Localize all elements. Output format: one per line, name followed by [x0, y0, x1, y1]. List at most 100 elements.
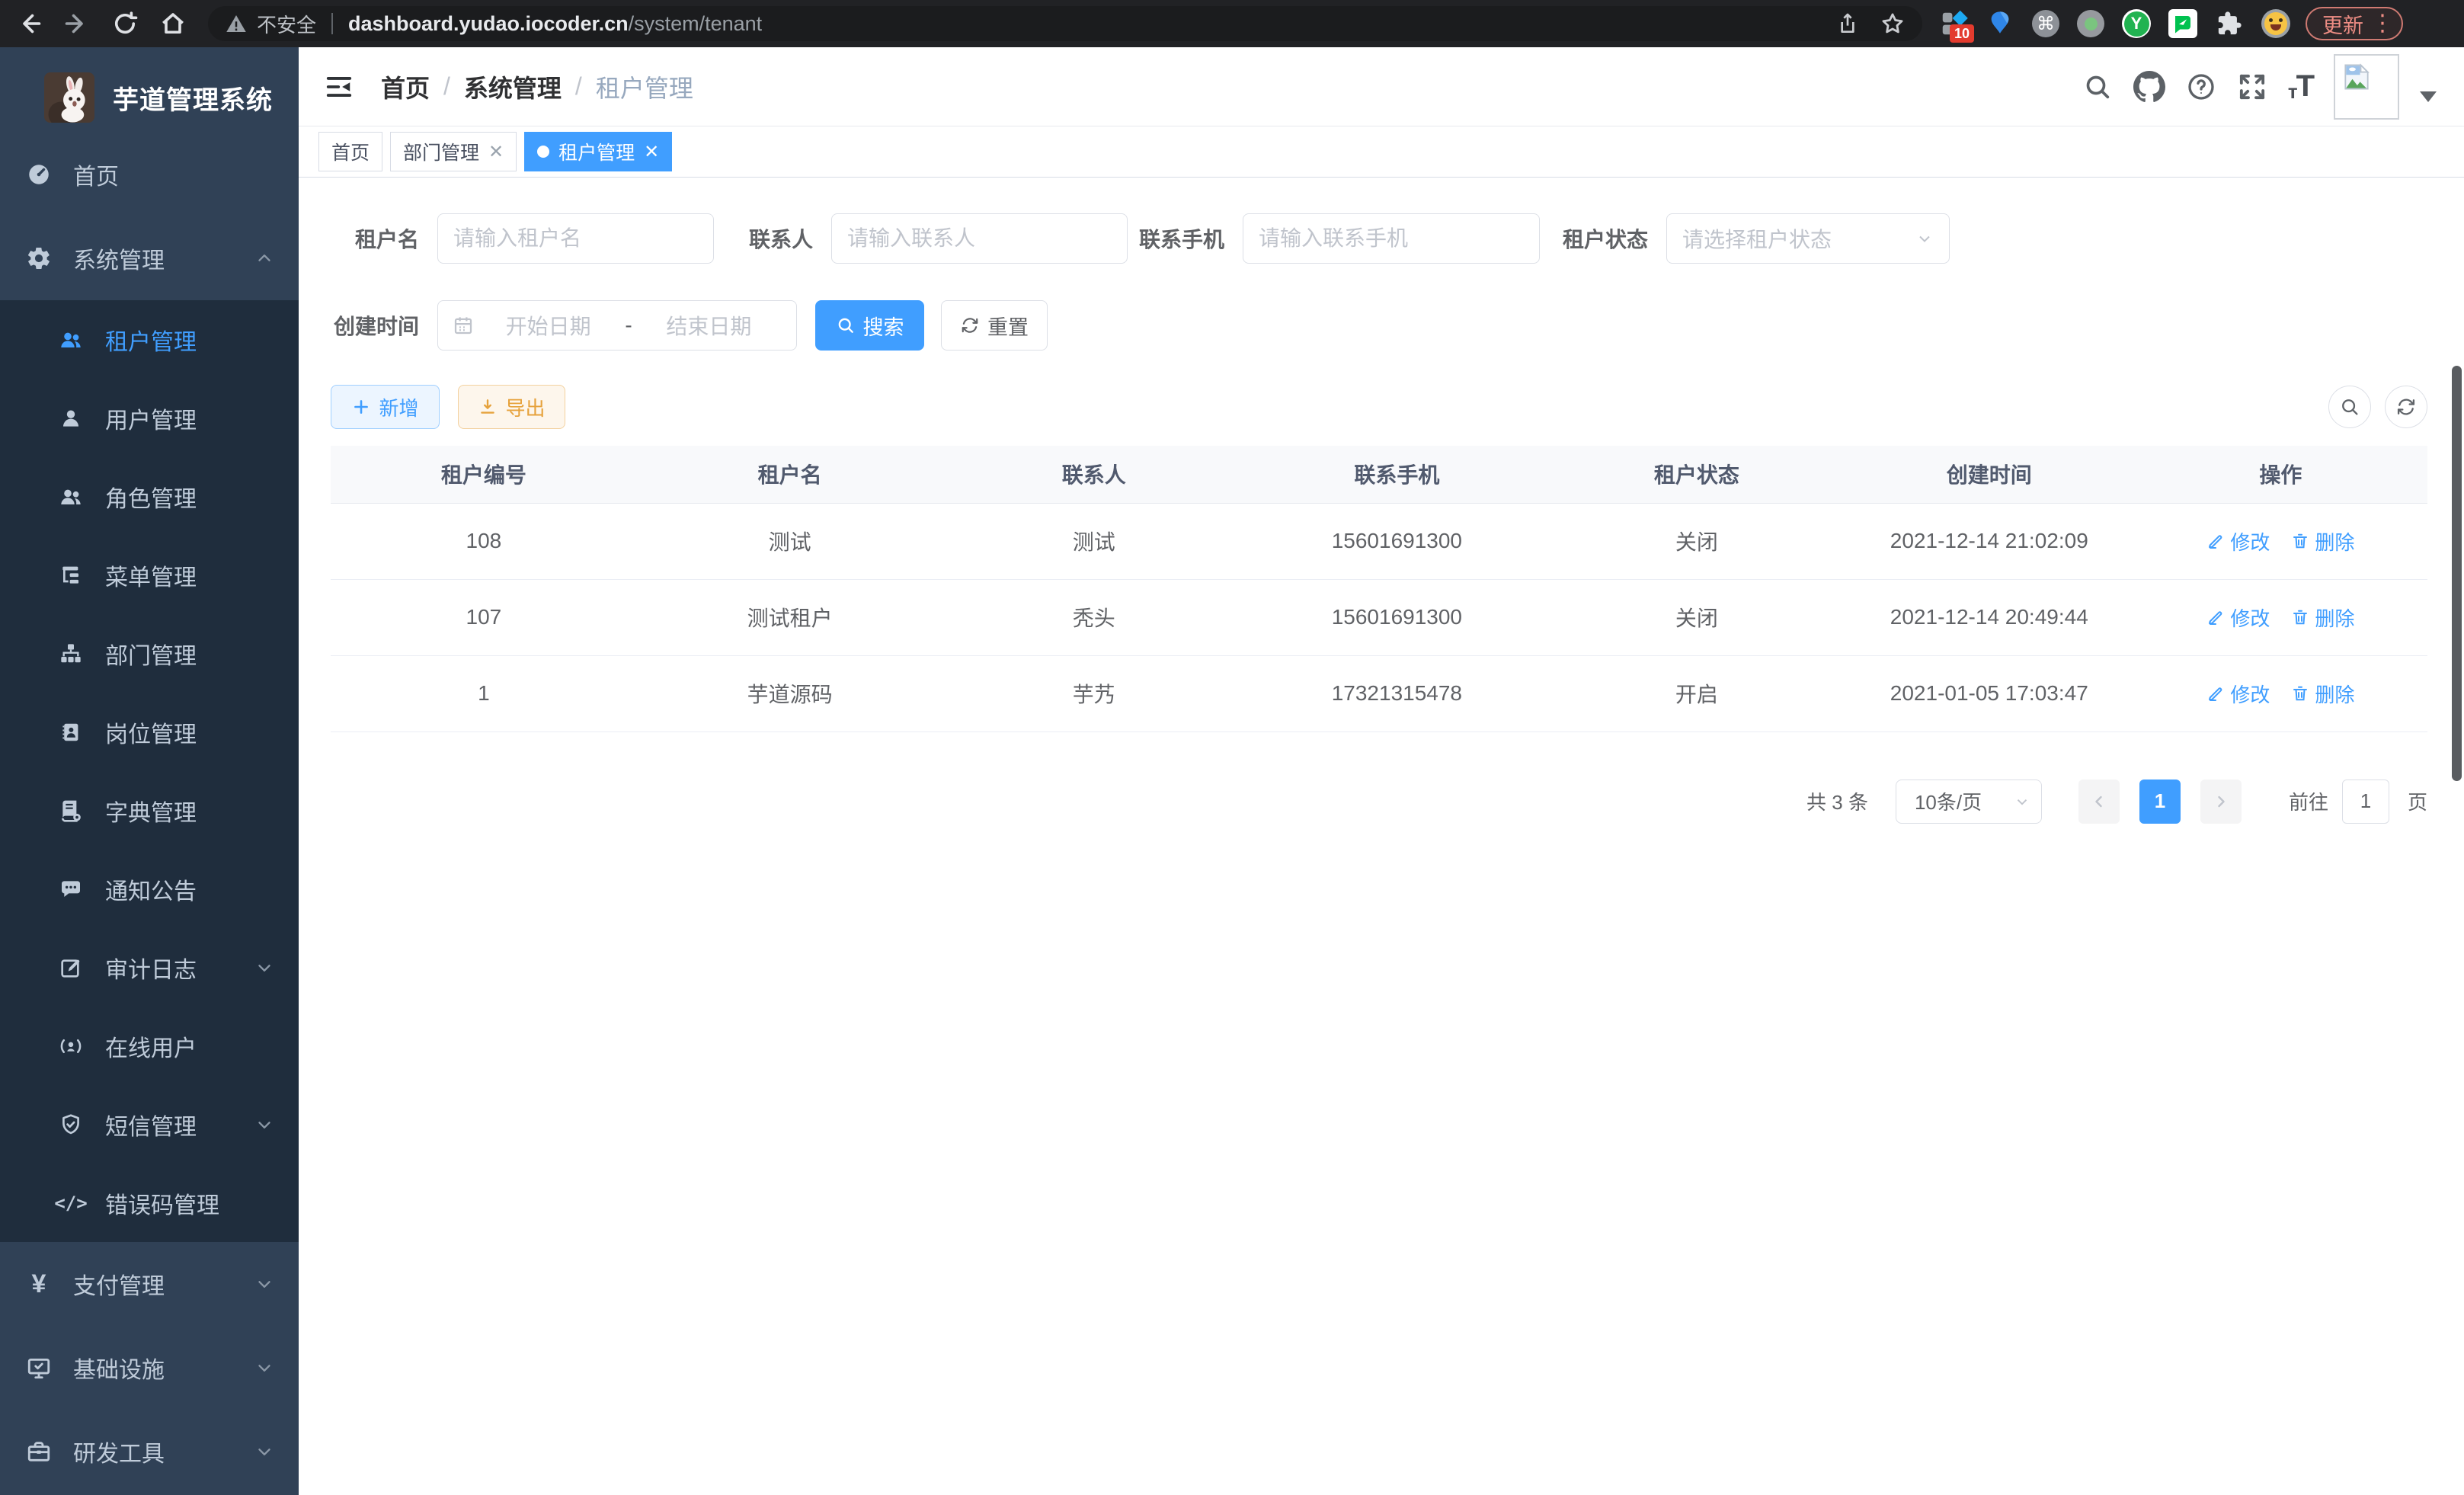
table-refresh-button[interactable] — [2385, 386, 2427, 428]
sidebar-item-tenant[interactable]: 租户管理 — [0, 300, 299, 379]
active-dot — [537, 146, 549, 158]
sidebar-item-home[interactable]: 首页 — [0, 133, 299, 216]
font-size-icon[interactable]: тT — [2288, 69, 2313, 104]
contact-input-wrap — [831, 213, 1128, 264]
sidebar-item-infrastructure[interactable]: 基础设施 — [0, 1326, 299, 1410]
edit-link[interactable]: 修改 — [2206, 680, 2270, 708]
browser-reload-icon[interactable] — [111, 10, 139, 37]
share-icon[interactable] — [1835, 11, 1860, 36]
browser-menu-icon[interactable]: ⋮ — [2371, 12, 2394, 35]
current-page-button[interactable]: 1 — [2139, 780, 2181, 824]
sidebar-toggle-icon[interactable] — [325, 72, 354, 101]
app-logo-row[interactable]: 芋道管理系统 — [0, 62, 299, 133]
extension-command-icon[interactable]: ⌘ — [2032, 10, 2059, 37]
page-size-select[interactable]: 10条/页 — [1896, 780, 2042, 824]
sidebar-item-error-code[interactable]: </> 错误码管理 — [0, 1164, 299, 1242]
profile-emoji-icon[interactable] — [2261, 9, 2290, 38]
sidebar: 芋道管理系统 首页 系统管理 租户管理 用户管理 角色管理 菜单管理 部门管理 … — [0, 47, 299, 1495]
chrome-update-button[interactable]: 更新 ⋮ — [2306, 7, 2403, 40]
date-end-placeholder: 结束日期 — [635, 310, 782, 341]
chevron-down-icon — [1915, 229, 1934, 248]
date-range-picker[interactable]: 开始日期 - 结束日期 — [437, 300, 797, 351]
monitor-icon — [25, 1355, 53, 1381]
extension-chat-icon[interactable] — [2168, 9, 2197, 38]
col-contact: 联系人 — [943, 446, 1245, 503]
goto-label: 前往 — [2289, 787, 2328, 815]
extension-badge: 10 — [1950, 24, 1974, 43]
mobile-input[interactable] — [1259, 226, 1524, 251]
col-tenant-name: 租户名 — [637, 446, 943, 503]
table-search-toggle-button[interactable] — [2328, 386, 2371, 428]
sidebar-item-online-user[interactable]: 在线用户 — [0, 1007, 299, 1085]
sidebar-item-dict[interactable]: 字典管理 — [0, 771, 299, 850]
bookmark-star-icon[interactable] — [1880, 11, 1906, 37]
tab-dept[interactable]: 部门管理 ✕ — [390, 132, 517, 171]
sidebar-item-system[interactable]: 系统管理 — [0, 216, 299, 300]
delete-link[interactable]: 删除 — [2291, 680, 2354, 708]
delete-link[interactable]: 删除 — [2291, 527, 2354, 555]
users-icon — [57, 485, 85, 509]
search-button[interactable]: 搜索 — [815, 300, 924, 351]
export-button[interactable]: 导出 — [458, 385, 565, 429]
security-warning-icon[interactable] — [225, 12, 248, 35]
message-icon — [57, 877, 85, 901]
address-bar[interactable]: 不安全 dashboard.yudao.iocoder.cn/system/te… — [208, 6, 1922, 41]
sidebar-item-menu[interactable]: 菜单管理 — [0, 536, 299, 614]
reset-button[interactable]: 重置 — [941, 300, 1048, 351]
fullscreen-icon[interactable] — [2237, 72, 2267, 102]
tab-tenant[interactable]: 租户管理 ✕ — [524, 132, 672, 171]
status-select[interactable]: 请选择租户状态 — [1666, 213, 1950, 264]
avatar-caret-down-icon[interactable] — [2420, 91, 2437, 102]
github-icon[interactable] — [2133, 71, 2165, 103]
extension-y-icon[interactable]: Y — [2122, 9, 2151, 38]
online-icon — [57, 1033, 85, 1059]
sidebar-item-audit-log[interactable]: 审计日志 — [0, 928, 299, 1007]
table-row: 1 芋道源码 芋艿 17321315478 开启 2021-01-05 17:0… — [331, 655, 2427, 731]
badge-icon — [57, 721, 85, 744]
next-page-button[interactable] — [2200, 780, 2242, 824]
browser-back-icon[interactable] — [15, 10, 43, 37]
breadcrumb-system[interactable]: 系统管理 — [464, 69, 562, 104]
sidebar-item-post[interactable]: 岗位管理 — [0, 693, 299, 771]
header-search-icon[interactable] — [2082, 72, 2113, 102]
pagination: 共 3 条 10条/页 1 前往 页 — [331, 780, 2427, 824]
prev-page-button[interactable] — [2078, 780, 2120, 824]
sidebar-item-user[interactable]: 用户管理 — [0, 379, 299, 457]
extension-record-icon[interactable] — [2077, 10, 2104, 37]
extension-balloon-icon[interactable] — [1986, 9, 2014, 38]
goto-page-input[interactable] — [2342, 780, 2389, 824]
sidebar-item-dev-tools[interactable]: 研发工具 — [0, 1410, 299, 1493]
close-icon[interactable]: ✕ — [488, 141, 504, 163]
edit-link[interactable]: 修改 — [2206, 527, 2270, 555]
breadcrumb-home[interactable]: 首页 — [381, 69, 430, 104]
tab-home[interactable]: 首页 — [318, 132, 382, 171]
tenant-table: 租户编号 租户名 联系人 联系手机 租户状态 创建时间 操作 108 测试 测试… — [331, 446, 2427, 732]
contact-input[interactable] — [847, 226, 1112, 251]
scrollbar-thumb[interactable] — [2452, 366, 2462, 781]
status-text: 开启 — [1549, 655, 1845, 731]
browser-forward-icon[interactable] — [63, 10, 91, 37]
app-header: 首页 / 系统管理 / 租户管理 тT — [299, 47, 2464, 126]
sidebar-item-notice[interactable]: 通知公告 — [0, 850, 299, 928]
extensions-puzzle-icon[interactable] — [2215, 9, 2244, 38]
tenant-name-input[interactable] — [453, 226, 698, 251]
add-button[interactable]: 新增 — [331, 385, 440, 429]
help-icon[interactable] — [2186, 72, 2216, 102]
toolbox-icon — [25, 1439, 53, 1465]
mobile-label: 联系手机 — [1128, 223, 1243, 254]
sidebar-item-sms[interactable]: 短信管理 — [0, 1085, 299, 1164]
delete-link[interactable]: 删除 — [2291, 603, 2354, 632]
shield-icon — [57, 1112, 85, 1137]
chevron-down-icon — [254, 1442, 274, 1461]
sidebar-item-role[interactable]: 角色管理 — [0, 457, 299, 536]
dictionary-icon — [57, 799, 85, 823]
chevron-down-icon — [2014, 793, 2030, 810]
edit-link[interactable]: 修改 — [2206, 603, 2270, 632]
close-icon[interactable]: ✕ — [644, 141, 659, 163]
sidebar-item-payment[interactable]: ¥ 支付管理 — [0, 1242, 299, 1326]
browser-home-icon[interactable] — [159, 10, 187, 37]
sidebar-item-dept[interactable]: 部门管理 — [0, 614, 299, 693]
extension-grid-icon[interactable]: 10 — [1939, 9, 1968, 38]
avatar[interactable] — [2334, 54, 2399, 120]
col-mobile: 联系手机 — [1245, 446, 1549, 503]
